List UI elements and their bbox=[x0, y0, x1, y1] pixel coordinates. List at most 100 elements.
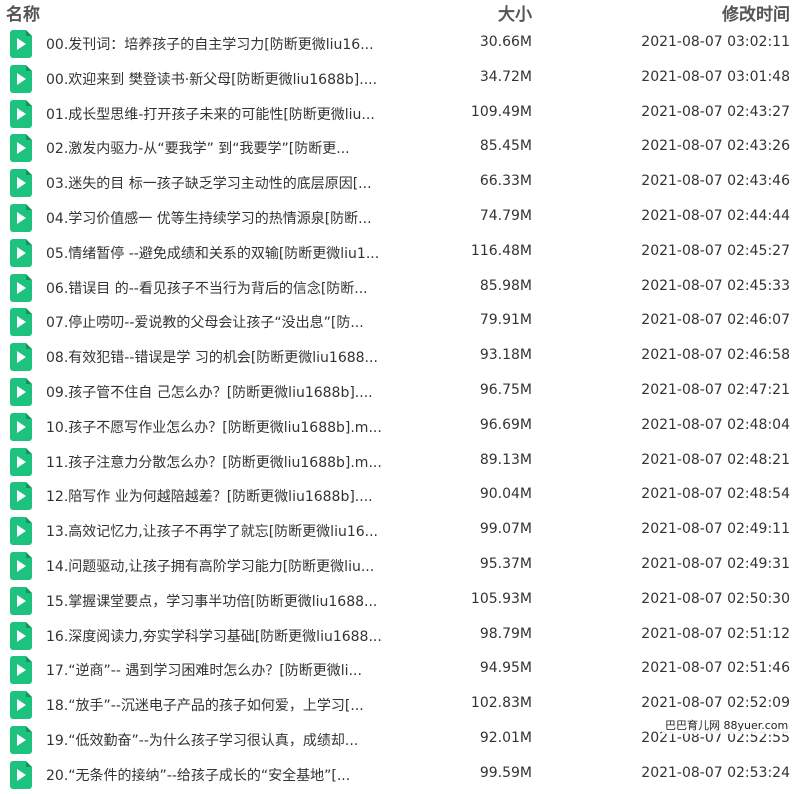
file-modified-time: 2021-08-07 02:52:09 bbox=[641, 695, 790, 712]
file-row[interactable]: 17.“逆商”-- 遇到学习困难时怎么办？[防断更微li... 94.95M 202… bbox=[0, 652, 800, 687]
file-modified-time: 2021-08-07 03:01:48 bbox=[641, 68, 790, 85]
file-name: 00.欢迎来到 樊登读书·新父母[防断更微liu1688b].... bbox=[46, 71, 378, 88]
file-name: 15.掌握课堂要点，学习事半功倍[防断更微liu1688... bbox=[46, 593, 378, 610]
file-name: 18.“放手”--沉迷电子产品的孩子如何爱，上学习[... bbox=[46, 698, 364, 715]
file-name: 17.“逆商”-- 遇到学习困难时怎么办？[防断更微li... bbox=[46, 663, 362, 680]
file-size: 89.13M bbox=[479, 451, 532, 468]
file-size: 96.75M bbox=[479, 381, 532, 398]
file-modified-time: 2021-08-07 02:47:21 bbox=[641, 381, 790, 398]
file-modified-time: 2021-08-07 02:43:26 bbox=[641, 138, 790, 155]
file-size: 94.95M bbox=[479, 660, 532, 677]
file-name: 05.情绪暂停 --避免成绩和关系的双输[防断更微liu1... bbox=[46, 245, 380, 262]
file-row[interactable]: 09.孩子管不住自 己怎么办？[防断更微liu1688b].... 96.75M 2… bbox=[0, 374, 800, 409]
file-row[interactable]: 07.停止唠叨--爱说教的父母会让孩子“没出息”[防... 79.91M 2021-… bbox=[0, 304, 800, 339]
video-file-icon bbox=[10, 30, 32, 58]
file-name: 08.有效犯错--错误是学 习的机会[防断更微liu1688... bbox=[46, 350, 378, 367]
file-row[interactable]: 02.激发内驱力-从“要我学” 到“我要学”[防断更... 85.45M 2021-… bbox=[0, 130, 800, 165]
file-modified-time: 2021-08-07 02:51:12 bbox=[641, 625, 790, 642]
file-size: 98.79M bbox=[479, 625, 532, 642]
video-file-icon bbox=[10, 412, 32, 441]
file-size: 30.66M bbox=[479, 34, 532, 50]
video-file-icon bbox=[10, 343, 32, 372]
file-modified-time: 2021-08-07 02:48:54 bbox=[641, 486, 790, 503]
file-row[interactable]: 10.孩子不愿写作业怎么办？[防断更微liu1688b].m... 96.69M 2… bbox=[0, 409, 800, 444]
file-name: 20.“无条件的接纳”--给孩子成长的“安全基地”[... bbox=[46, 767, 351, 784]
video-file-icon bbox=[10, 238, 32, 267]
file-name: 04.学习价值感一 优等生持续学习的热情源泉[防断... bbox=[46, 210, 372, 227]
file-name: 02.激发内驱力-从“要我学” 到“我要学”[防断更... bbox=[46, 141, 350, 158]
file-size: 99.07M bbox=[479, 521, 532, 538]
file-modified-time: 2021-08-07 02:49:31 bbox=[641, 555, 790, 572]
file-size: 93.18M bbox=[479, 347, 532, 364]
video-file-icon bbox=[10, 621, 32, 650]
video-file-icon bbox=[10, 203, 32, 232]
file-size: 92.01M bbox=[479, 729, 532, 746]
video-file-icon bbox=[10, 551, 32, 580]
file-size: 79.91M bbox=[479, 312, 532, 329]
video-file-icon bbox=[10, 691, 32, 720]
file-row[interactable]: 12.陪写作 业为何越陪越差？[防断更微liu1688b].... 90.04M 2… bbox=[0, 478, 800, 513]
video-file-icon bbox=[10, 482, 32, 511]
file-row[interactable]: 00.欢迎来到 樊登读书·新父母[防断更微liu1688b].... 34.72M… bbox=[0, 61, 800, 96]
file-row[interactable]: 04.学习价值感一 优等生持续学习的热情源泉[防断... 74.79M 2021-0… bbox=[0, 200, 800, 235]
file-modified-time: 2021-08-07 02:51:46 bbox=[641, 660, 790, 677]
file-modified-time: 2021-08-07 02:43:27 bbox=[641, 103, 790, 120]
file-name: 11.孩子注意力分散怎么办？[防断更微liu1688b].m... bbox=[46, 454, 382, 471]
file-name: 00.发刊词：培养孩子的自主学习力[防断更微liu16... bbox=[46, 37, 374, 53]
file-size: 85.98M bbox=[479, 277, 532, 294]
file-row[interactable]: 15.掌握课堂要点，学习事半功倍[防断更微liu1688... 105.93M 20… bbox=[0, 583, 800, 618]
file-row[interactable]: 01.成长型思维-打开孩子未来的可能性[防断更微liu... 109.49M 202… bbox=[0, 96, 800, 131]
file-size: 109.49M bbox=[470, 103, 532, 120]
video-file-icon bbox=[10, 64, 32, 93]
file-row[interactable]: 08.有效犯错--错误是学 习的机会[防断更微liu1688... 93.18M 2… bbox=[0, 339, 800, 374]
file-size: 34.72M bbox=[479, 68, 532, 85]
video-file-icon bbox=[10, 517, 32, 546]
file-size: 102.83M bbox=[470, 695, 532, 712]
file-size: 66.33M bbox=[479, 173, 532, 190]
file-name: 12.陪写作 业为何越陪越差？[防断更微liu1688b].... bbox=[46, 489, 373, 506]
file-row[interactable]: 16.深度阅读力,夯实学科学习基础[防断更微liu1688... 98.79M 20… bbox=[0, 618, 800, 653]
file-size: 90.04M bbox=[479, 486, 532, 503]
file-modified-time: 2021-08-07 02:43:46 bbox=[641, 173, 790, 190]
file-row[interactable]: 05.情绪暂停 --避免成绩和关系的双输[防断更微liu1... 116.48M 2… bbox=[0, 235, 800, 270]
file-row[interactable]: 20.“无条件的接纳”--给孩子成长的“安全基地”[... 99.59M 2021-… bbox=[0, 757, 800, 792]
video-file-icon bbox=[10, 273, 32, 302]
file-row[interactable]: 06.错误目 的--看见孩子不当行为背后的信念[防断... 85.98M 2021-… bbox=[0, 270, 800, 305]
file-name: 16.深度阅读力,夯实学科学习基础[防断更微liu1688... bbox=[46, 628, 382, 645]
file-modified-time: 2021-08-07 03:02:11 bbox=[641, 34, 790, 50]
file-modified-time: 2021-08-07 02:45:33 bbox=[641, 277, 790, 294]
file-modified-time: 2021-08-07 02:49:11 bbox=[641, 521, 790, 538]
file-name: 09.孩子管不住自 己怎么办？[防断更微liu1688b].... bbox=[46, 384, 373, 401]
file-list: 00.发刊词：培养孩子的自主学习力[防断更微liu16... 30.66M 2021… bbox=[0, 26, 800, 792]
file-row[interactable]: 13.高效记忆力,让孩子不再学了就忘[防断更微liu16... 99.07M 202… bbox=[0, 513, 800, 548]
file-size: 96.69M bbox=[479, 416, 532, 433]
file-modified-time: 2021-08-07 02:48:21 bbox=[641, 451, 790, 468]
file-row[interactable]: 14.问题驱动,让孩子拥有高阶学习能力[防断更微liu... 95.37M 2021… bbox=[0, 548, 800, 583]
video-file-icon bbox=[10, 586, 32, 615]
video-file-icon bbox=[10, 725, 32, 754]
watermark: 巴巴育儿网 88yuer.com bbox=[662, 716, 792, 734]
column-time-header[interactable]: 修改时间 bbox=[722, 0, 790, 25]
file-name: 10.孩子不愿写作业怎么办？[防断更微liu1688b].m... bbox=[46, 419, 382, 436]
file-row[interactable]: 00.发刊词：培养孩子的自主学习力[防断更微liu16... 30.66M 2021… bbox=[0, 26, 800, 61]
file-modified-time: 2021-08-07 02:45:27 bbox=[641, 242, 790, 259]
file-modified-time: 2021-08-07 02:46:07 bbox=[641, 312, 790, 329]
file-size: 85.45M bbox=[479, 138, 532, 155]
file-name: 03.迷失的目 标一孩子缺乏学习主动性的底层原因[... bbox=[46, 176, 372, 193]
video-file-icon bbox=[10, 99, 32, 128]
column-size-header[interactable]: 大小 bbox=[498, 0, 532, 25]
video-file-icon bbox=[10, 377, 32, 406]
file-modified-time: 2021-08-07 02:53:24 bbox=[641, 764, 790, 781]
column-name-header[interactable]: 名称 bbox=[6, 0, 40, 25]
video-file-icon bbox=[10, 169, 32, 198]
video-file-icon bbox=[10, 134, 32, 163]
file-row[interactable]: 11.孩子注意力分散怎么办？[防断更微liu1688b].m... 89.13M 2… bbox=[0, 444, 800, 479]
file-name: 06.错误目 的--看见孩子不当行为背后的信念[防断... bbox=[46, 280, 368, 297]
file-modified-time: 2021-08-07 02:48:04 bbox=[641, 416, 790, 433]
video-file-icon bbox=[10, 308, 32, 337]
file-name: 14.问题驱动,让孩子拥有高阶学习能力[防断更微liu... bbox=[46, 558, 375, 575]
file-modified-time: 2021-08-07 02:50:30 bbox=[641, 590, 790, 607]
video-file-icon bbox=[10, 760, 32, 789]
file-row[interactable]: 03.迷失的目 标一孩子缺乏学习主动性的底层原因[... 66.33M 2021-0… bbox=[0, 165, 800, 200]
column-header: 名称 大小 修改时间 bbox=[0, 0, 800, 25]
